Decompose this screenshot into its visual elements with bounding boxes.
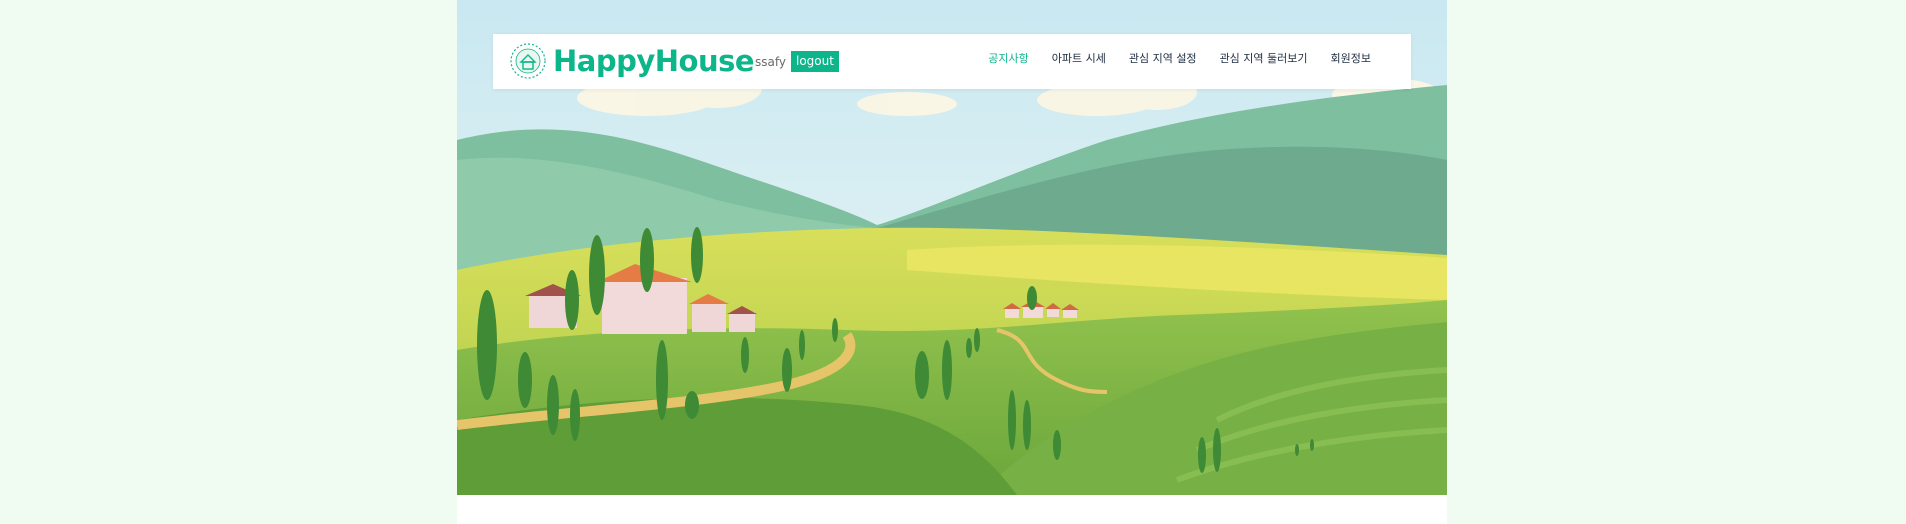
nav-item-notices[interactable]: 공지사항 xyxy=(988,52,1028,66)
logged-in-username: ssafy xyxy=(755,55,786,69)
page-container: HappyHouse ssafy logout 공지사항 아파트 시세 관심 지… xyxy=(457,0,1447,524)
nav-item-interest-area-settings[interactable]: 관심 지역 설정 xyxy=(1129,52,1197,66)
top-navbar: HappyHouse ssafy logout 공지사항 아파트 시세 관심 지… xyxy=(493,34,1411,89)
logout-button[interactable]: logout xyxy=(791,51,839,72)
brand-name[interactable]: HappyHouse xyxy=(553,44,755,78)
main-nav-menu: 공지사항 아파트 시세 관심 지역 설정 관심 지역 둘러보기 회원정보 xyxy=(988,52,1371,66)
nav-item-browse-interest-areas[interactable]: 관심 지역 둘러보기 xyxy=(1220,52,1308,66)
nav-item-member-info[interactable]: 회원정보 xyxy=(1331,52,1371,66)
house-logo-icon[interactable] xyxy=(510,43,546,79)
nav-item-apartment-prices[interactable]: 아파트 시세 xyxy=(1052,52,1106,66)
